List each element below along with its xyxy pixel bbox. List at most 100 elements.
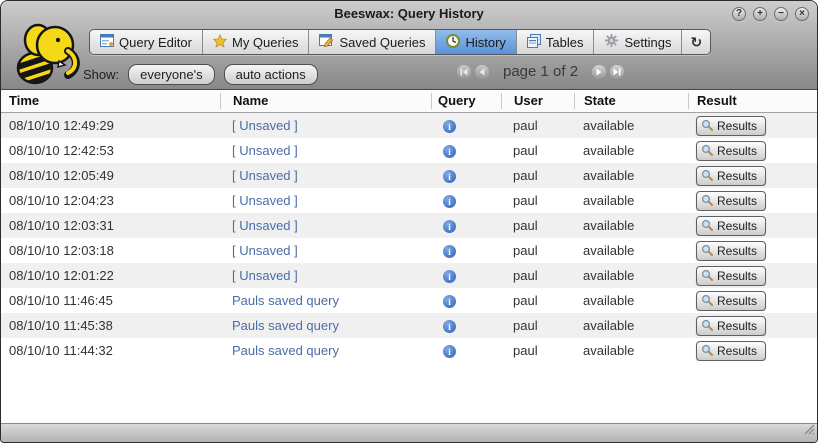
first-page-icon[interactable]: [457, 65, 471, 79]
results-button[interactable]: Results: [696, 241, 766, 261]
user-cell: paul: [501, 218, 574, 233]
query-name-link[interactable]: [ Unsaved ]: [232, 143, 298, 158]
results-button[interactable]: Results: [696, 191, 766, 211]
show-label: Show:: [83, 67, 119, 82]
info-icon[interactable]: i: [443, 220, 456, 233]
time-cell: 08/10/10 11:45:38: [1, 318, 220, 333]
state-cell: available: [574, 318, 688, 333]
state-cell: available: [574, 243, 688, 258]
results-button[interactable]: Results: [696, 266, 766, 286]
time-cell: 08/10/10 12:03:31: [1, 218, 220, 233]
info-icon[interactable]: i: [443, 170, 456, 183]
info-icon[interactable]: i: [443, 245, 456, 258]
query-name-link[interactable]: [ Unsaved ]: [232, 218, 298, 233]
results-button[interactable]: Results: [696, 216, 766, 236]
magnifier-icon: [701, 169, 714, 182]
query-name-link[interactable]: [ Unsaved ]: [232, 118, 298, 133]
query-name-link[interactable]: [ Unsaved ]: [232, 243, 298, 258]
time-cell: 08/10/10 12:49:29: [1, 118, 220, 133]
tab-label: Settings: [624, 35, 671, 50]
magnifier-icon: [701, 294, 714, 307]
user-cell: paul: [501, 343, 574, 358]
info-icon[interactable]: i: [443, 345, 456, 358]
time-cell: 08/10/10 12:03:18: [1, 243, 220, 258]
tab-label: Saved Queries: [339, 35, 425, 50]
prev-page-icon[interactable]: [475, 65, 489, 79]
query-name-link[interactable]: Pauls saved query: [232, 293, 339, 308]
tab-settings[interactable]: Settings: [593, 30, 681, 54]
everyones-filter-button[interactable]: everyone's: [128, 64, 214, 85]
state-cell: available: [574, 343, 688, 358]
info-icon[interactable]: i: [443, 320, 456, 333]
table-header: Time Name Query User State Result: [1, 90, 817, 113]
user-cell: paul: [501, 193, 574, 208]
clock-icon: [446, 34, 460, 51]
results-button[interactable]: Results: [696, 291, 766, 311]
last-page-icon[interactable]: [610, 65, 624, 79]
tab-history[interactable]: History: [435, 30, 515, 54]
results-button[interactable]: Results: [696, 141, 766, 161]
query-name-link[interactable]: [ Unsaved ]: [232, 168, 298, 183]
user-cell: paul: [501, 243, 574, 258]
magnifier-icon: [701, 194, 714, 207]
table-row: 08/10/10 12:49:29 [ Unsaved ] i paul ava…: [1, 113, 817, 138]
magnifier-icon: [701, 344, 714, 357]
table-row: 08/10/10 12:04:23 [ Unsaved ] i paul ava…: [1, 188, 817, 213]
time-cell: 08/10/10 12:05:49: [1, 168, 220, 183]
query-name-link[interactable]: [ Unsaved ]: [232, 193, 298, 208]
tab-saved-queries[interactable]: Saved Queries: [308, 30, 435, 54]
window-chrome: Beeswax: Query History ? + − ×: [1, 1, 817, 90]
magnifier-icon: [701, 319, 714, 332]
tab-bar: Query Editor My Queries Saved Queries: [89, 29, 817, 55]
query-name-link[interactable]: Pauls saved query: [232, 343, 339, 358]
minimize-button[interactable]: −: [774, 7, 788, 21]
results-button[interactable]: Results: [696, 316, 766, 336]
window-controls: ? + − ×: [732, 7, 809, 21]
tables-icon: [527, 34, 541, 51]
tab-label: My Queries: [232, 35, 298, 50]
state-cell: available: [574, 218, 688, 233]
state-cell: available: [574, 168, 688, 183]
info-icon[interactable]: i: [443, 295, 456, 308]
user-cell: paul: [501, 143, 574, 158]
query-name-link[interactable]: Pauls saved query: [232, 318, 339, 333]
magnifier-icon: [701, 219, 714, 232]
state-cell: available: [574, 268, 688, 283]
results-button[interactable]: Results: [696, 166, 766, 186]
column-header-user: User: [501, 93, 574, 109]
tab-label: Tables: [546, 35, 584, 50]
user-cell: paul: [501, 318, 574, 333]
column-header-query: Query: [431, 93, 501, 109]
info-icon[interactable]: i: [443, 120, 456, 133]
auto-actions-filter-button[interactable]: auto actions: [224, 64, 318, 85]
info-icon[interactable]: i: [443, 270, 456, 283]
tab-my-queries[interactable]: My Queries: [202, 30, 308, 54]
column-header-time: Time: [1, 93, 220, 109]
info-icon[interactable]: i: [443, 145, 456, 158]
state-cell: available: [574, 143, 688, 158]
title-bar: Beeswax: Query History ? + − ×: [1, 1, 817, 27]
table-row: 08/10/10 12:05:49 [ Unsaved ] i paul ava…: [1, 163, 817, 188]
state-cell: available: [574, 293, 688, 308]
info-icon[interactable]: i: [443, 195, 456, 208]
resize-grip-icon[interactable]: [802, 422, 815, 440]
page-indicator: page 1 of 2: [503, 63, 578, 80]
tab-label: History: [465, 35, 505, 50]
tab-query-editor[interactable]: Query Editor: [90, 30, 202, 54]
results-button[interactable]: Results: [696, 341, 766, 361]
refresh-button[interactable]: ↻: [681, 30, 710, 54]
next-page-icon[interactable]: [592, 65, 606, 79]
column-header-state: State: [574, 93, 688, 109]
results-button[interactable]: Results: [696, 116, 766, 136]
close-button[interactable]: ×: [795, 7, 809, 21]
maximize-button[interactable]: +: [753, 7, 767, 21]
query-name-link[interactable]: [ Unsaved ]: [232, 268, 298, 283]
time-cell: 08/10/10 12:04:23: [1, 193, 220, 208]
tab-tables[interactable]: Tables: [516, 30, 594, 54]
status-bar: [1, 423, 817, 442]
table-row: 08/10/10 11:45:38 Pauls saved query i pa…: [1, 313, 817, 338]
filter-row: Show: everyone's auto actions page 1 of …: [1, 62, 817, 86]
column-header-name: Name: [220, 93, 431, 109]
gear-icon: [604, 33, 619, 51]
help-button[interactable]: ?: [732, 7, 746, 21]
